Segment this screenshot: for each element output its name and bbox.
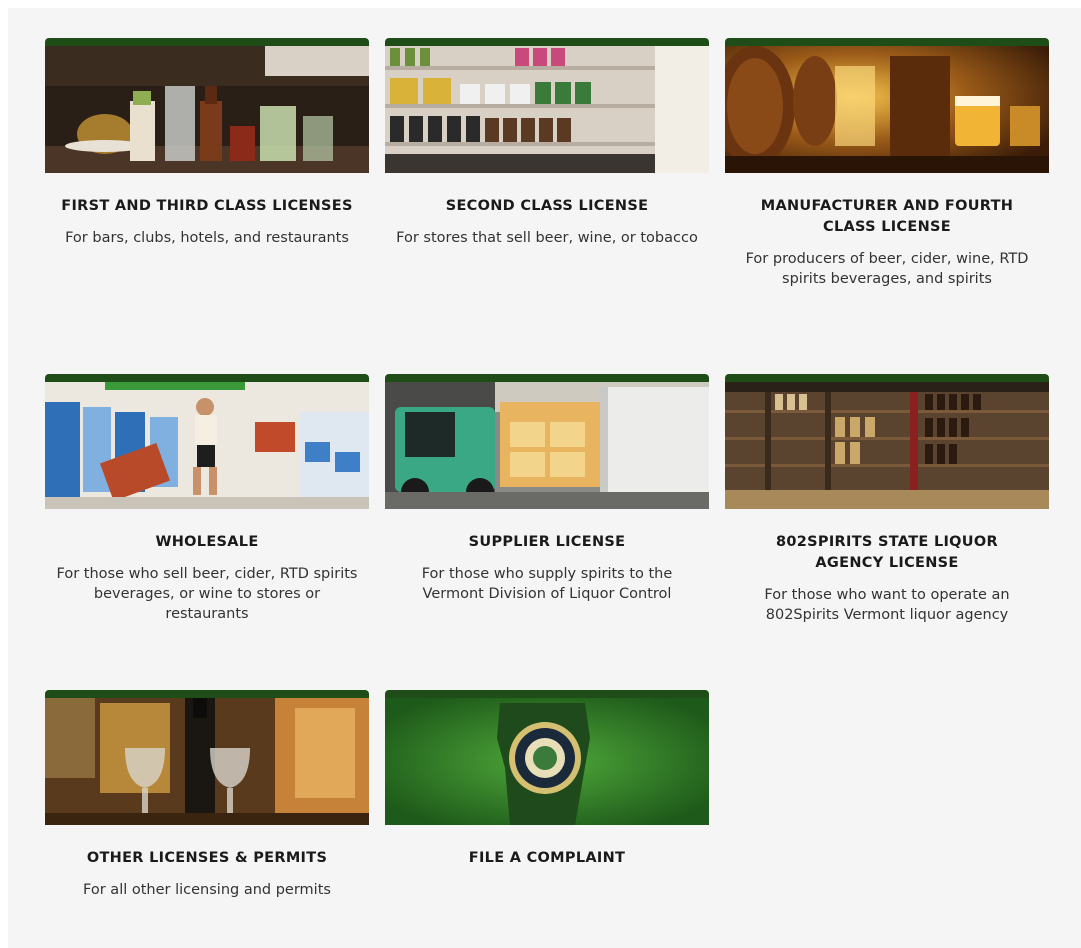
card-wholesale[interactable]: WHOLESALE For those who sell beer, cider… <box>45 374 369 624</box>
barrel-cellar-image[interactable] <box>725 38 1049 173</box>
liquor-store-shelves-image[interactable] <box>725 374 1049 509</box>
card-title[interactable]: OTHER LICENSES & PERMITS <box>61 848 353 869</box>
delivery-worker-image[interactable] <box>45 374 369 509</box>
vermont-seal-image[interactable] <box>385 690 709 825</box>
card-title[interactable]: FILE A COMPLAINT <box>401 848 693 869</box>
card-title[interactable]: MANUFACTURER AND FOURTH CLASS LICENSE <box>741 196 1033 238</box>
card-description: For all other licensing and permits <box>83 882 331 898</box>
card-other-licenses[interactable]: OTHER LICENSES & PERMITS For all other l… <box>45 690 369 900</box>
card-file-complaint[interactable]: FILE A COMPLAINT <box>385 690 709 869</box>
card-title[interactable]: FIRST AND THIRD CLASS LICENSES <box>61 196 353 217</box>
card-802spirits-agency[interactable]: 802SPIRITS STATE LIQUOR AGENCY LICENSE F… <box>725 374 1049 625</box>
forklift-truck-image[interactable] <box>385 374 709 509</box>
card-title[interactable]: 802SPIRITS STATE LIQUOR AGENCY LICENSE <box>741 532 1033 574</box>
card-description: For stores that sell beer, wine, or toba… <box>396 230 698 246</box>
card-description: For those who want to operate an 802Spir… <box>764 587 1010 623</box>
card-description: For producers of beer, cider, wine, RTD … <box>745 251 1029 287</box>
wine-glasses-image[interactable] <box>45 690 369 825</box>
card-first-third-class[interactable]: FIRST AND THIRD CLASS LICENSES For bars,… <box>45 38 369 248</box>
store-shelves-image[interactable] <box>385 38 709 173</box>
card-title[interactable]: SECOND CLASS LICENSE <box>401 196 693 217</box>
card-manufacturer-fourth-class[interactable]: MANUFACTURER AND FOURTH CLASS LICENSE Fo… <box>725 38 1049 289</box>
bar-cocktails-image[interactable] <box>45 38 369 173</box>
card-description: For bars, clubs, hotels, and restaurants <box>65 230 349 246</box>
card-description: For those who sell beer, cider, RTD spir… <box>56 566 358 622</box>
card-supplier[interactable]: SUPPLIER LICENSE For those who supply sp… <box>385 374 709 604</box>
card-title[interactable]: SUPPLIER LICENSE <box>401 532 693 553</box>
card-title[interactable]: WHOLESALE <box>61 532 353 553</box>
card-second-class[interactable]: SECOND CLASS LICENSE For stores that sel… <box>385 38 709 248</box>
card-description: For those who supply spirits to the Verm… <box>421 566 673 602</box>
license-grid-panel: FIRST AND THIRD CLASS LICENSES For bars,… <box>8 8 1081 948</box>
